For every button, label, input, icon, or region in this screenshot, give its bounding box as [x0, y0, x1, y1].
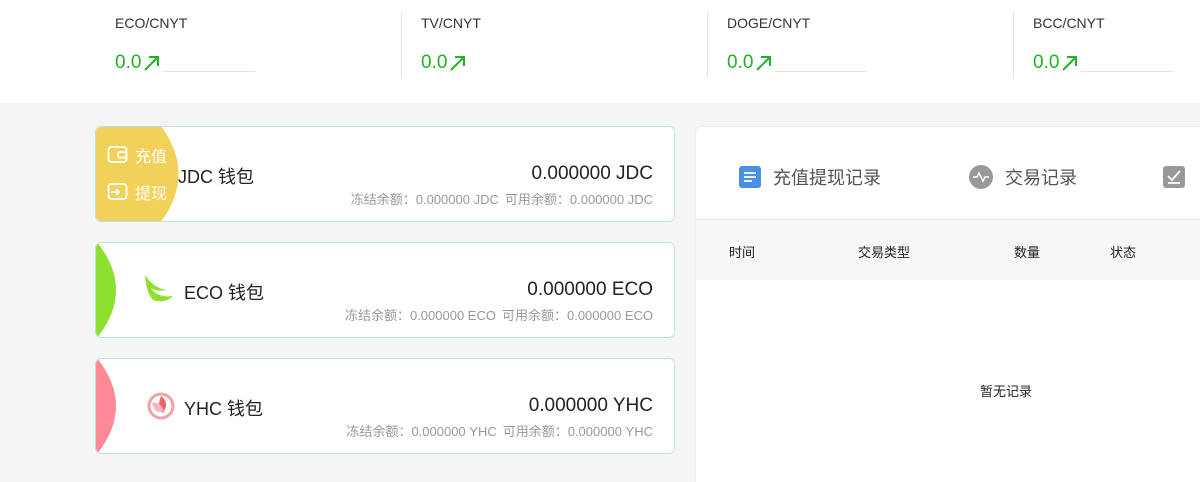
available-balance: 可用余额：0.000000 JDC [504, 192, 653, 207]
wallet-icon [107, 146, 128, 163]
tab-trade-records[interactable]: 交易记录 [969, 165, 1077, 189]
recharge-label: 充值 [135, 149, 168, 166]
records-panel: 充值提现记录 交易记录 时间 交易类型 数量 状态 暂无记录 [695, 126, 1200, 482]
ticker-pair: DOGE/CNYT [727, 15, 811, 31]
ticker-pair: BCC/CNYT [1033, 15, 1105, 31]
recharge-button[interactable]: 充值 [107, 143, 167, 167]
available-balance: 可用余额：0.000000 YHC [502, 424, 653, 439]
eco-logo-icon [145, 275, 173, 302]
wallet-sub-balances: 冻结余额：0.000000 ECO 可用余额：0.000000 ECO [345, 305, 653, 324]
wallet-card-jdc: JDC 钱包 充值 提现 0.000000 JDC 冻结余额：0.000000 … [95, 126, 675, 222]
ticker-pair: ECO/CNYT [115, 15, 188, 31]
wallet-balance: 0.000000 JDC [531, 163, 653, 184]
frozen-balance: 冻结余额：0.000000 JDC [350, 192, 499, 207]
withdraw-button[interactable]: 提现 [107, 180, 167, 204]
checklist-icon [1163, 166, 1185, 188]
ticker-divider [707, 12, 708, 78]
sparkline [163, 71, 255, 72]
wallet-sub-balances: 冻结余额：0.000000 YHC 可用余额：0.000000 YHC [346, 421, 653, 440]
frozen-balance: 冻结余额：0.000000 YHC [346, 424, 497, 439]
column-header-type: 交易类型 [858, 245, 911, 260]
tab-deposit-withdraw-records[interactable]: 充值提现记录 [739, 165, 881, 189]
sparkline [775, 71, 867, 72]
wallet-balance: 0.000000 YHC [528, 395, 653, 416]
wallet-balance: 0.000000 ECO [527, 279, 653, 300]
ticker-divider [1013, 12, 1014, 78]
pulse-icon [969, 165, 993, 189]
ticker-divider [401, 12, 402, 78]
yhc-logo-icon [147, 392, 175, 420]
tab-label: 充值提现记录 [773, 168, 881, 188]
wallet-title: ECO 钱包 [184, 283, 265, 303]
coin-color-tab [96, 243, 116, 337]
trend-up-icon [144, 56, 159, 71]
frozen-balance: 冻结余额：0.000000 ECO [344, 308, 496, 323]
trend-up-icon [1062, 56, 1077, 71]
withdraw-label: 提现 [135, 186, 168, 203]
document-icon [739, 166, 761, 188]
wallet-withdraw-icon [107, 183, 128, 200]
column-header-status: 状态 [1110, 245, 1137, 260]
wallet-actions-panel [96, 127, 179, 221]
column-header-time: 时间 [729, 245, 756, 260]
available-balance: 可用余额：0.000000 ECO [501, 308, 653, 323]
wallet-title: YHC 钱包 [184, 399, 264, 419]
wallet-card-eco[interactable]: ECO 钱包 0.000000 ECO 冻结余额：0.000000 ECO 可用余… [95, 242, 675, 338]
coin-color-tab [96, 359, 116, 453]
tab-label: 交易记录 [1005, 168, 1077, 188]
ticker-price: 0.0 [727, 52, 754, 73]
ticker-price: 0.0 [115, 52, 142, 73]
wallet-card-yhc[interactable]: YHC 钱包 0.000000 YHC 冻结余额：0.000000 YHC 可用余… [95, 358, 675, 454]
column-header-amount: 数量 [1014, 245, 1041, 260]
sparkline [1081, 71, 1173, 72]
market-ticker: ECO/CNYT 0.0 TV/CNYT 0.0 DOGE/CNYT 0.0 B… [0, 0, 1200, 103]
ticker-price: 0.0 [1033, 52, 1060, 73]
empty-records-message: 暂无记录 [979, 384, 1032, 399]
wallet-sub-balances: 冻结余额：0.000000 JDC 可用余额：0.000000 JDC [351, 189, 653, 208]
ticker-pair: TV/CNYT [421, 15, 481, 31]
trend-up-icon [450, 56, 465, 71]
tab-more-records[interactable] [1163, 165, 1185, 189]
trend-up-icon [756, 56, 771, 71]
ticker-price: 0.0 [421, 52, 448, 73]
records-table-header: 时间 交易类型 数量 状态 [696, 220, 1200, 280]
